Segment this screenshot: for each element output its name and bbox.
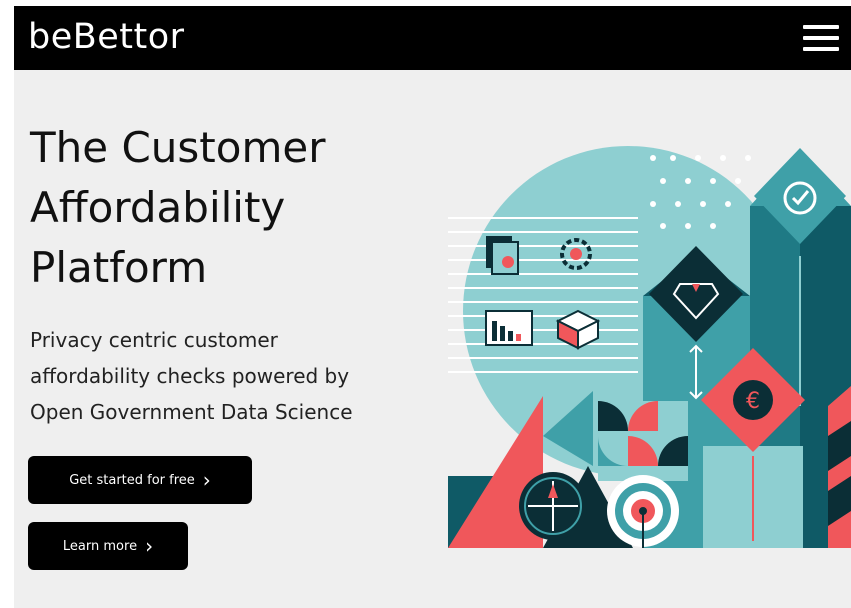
- page-frame: beBettor The Customer Affordability Plat…: [14, 6, 851, 608]
- svg-text:€: €: [746, 389, 760, 414]
- menu-line: [803, 47, 839, 51]
- hero-illustration: €: [448, 146, 851, 548]
- top-navbar: beBettor: [14, 6, 851, 70]
- hero-subtitle: Privacy centric customer affordability c…: [30, 322, 450, 430]
- bar-chart-icon: [485, 310, 533, 346]
- hero-title-line-3: Platform: [30, 243, 208, 292]
- quarter-circles-pattern: [598, 401, 688, 481]
- hero-title-line-1: The Customer: [30, 123, 326, 172]
- chevron-right-icon: ›: [202, 468, 211, 492]
- menu-line: [803, 36, 839, 40]
- hamburger-menu-icon[interactable]: [801, 21, 841, 55]
- learn-more-label: Learn more: [62, 538, 138, 554]
- chevron-right-icon: ›: [145, 534, 154, 558]
- brand-logo[interactable]: beBettor: [28, 17, 185, 57]
- menu-line: [803, 25, 839, 29]
- hero-subtitle-line-1: Privacy centric customer: [30, 328, 278, 352]
- learn-more-button[interactable]: Learn more ›: [28, 522, 188, 570]
- hero-title-line-2: Affordability: [30, 183, 286, 232]
- get-started-button[interactable]: Get started for free ›: [28, 456, 252, 504]
- get-started-label: Get started for free: [69, 472, 195, 488]
- hero-title: The Customer Affordability Platform: [30, 118, 450, 298]
- compass-icon: [519, 472, 587, 540]
- hero-subtitle-line-3: Open Government Data Science: [30, 400, 353, 424]
- hero-subtitle-line-2: affordability checks powered by: [30, 364, 350, 388]
